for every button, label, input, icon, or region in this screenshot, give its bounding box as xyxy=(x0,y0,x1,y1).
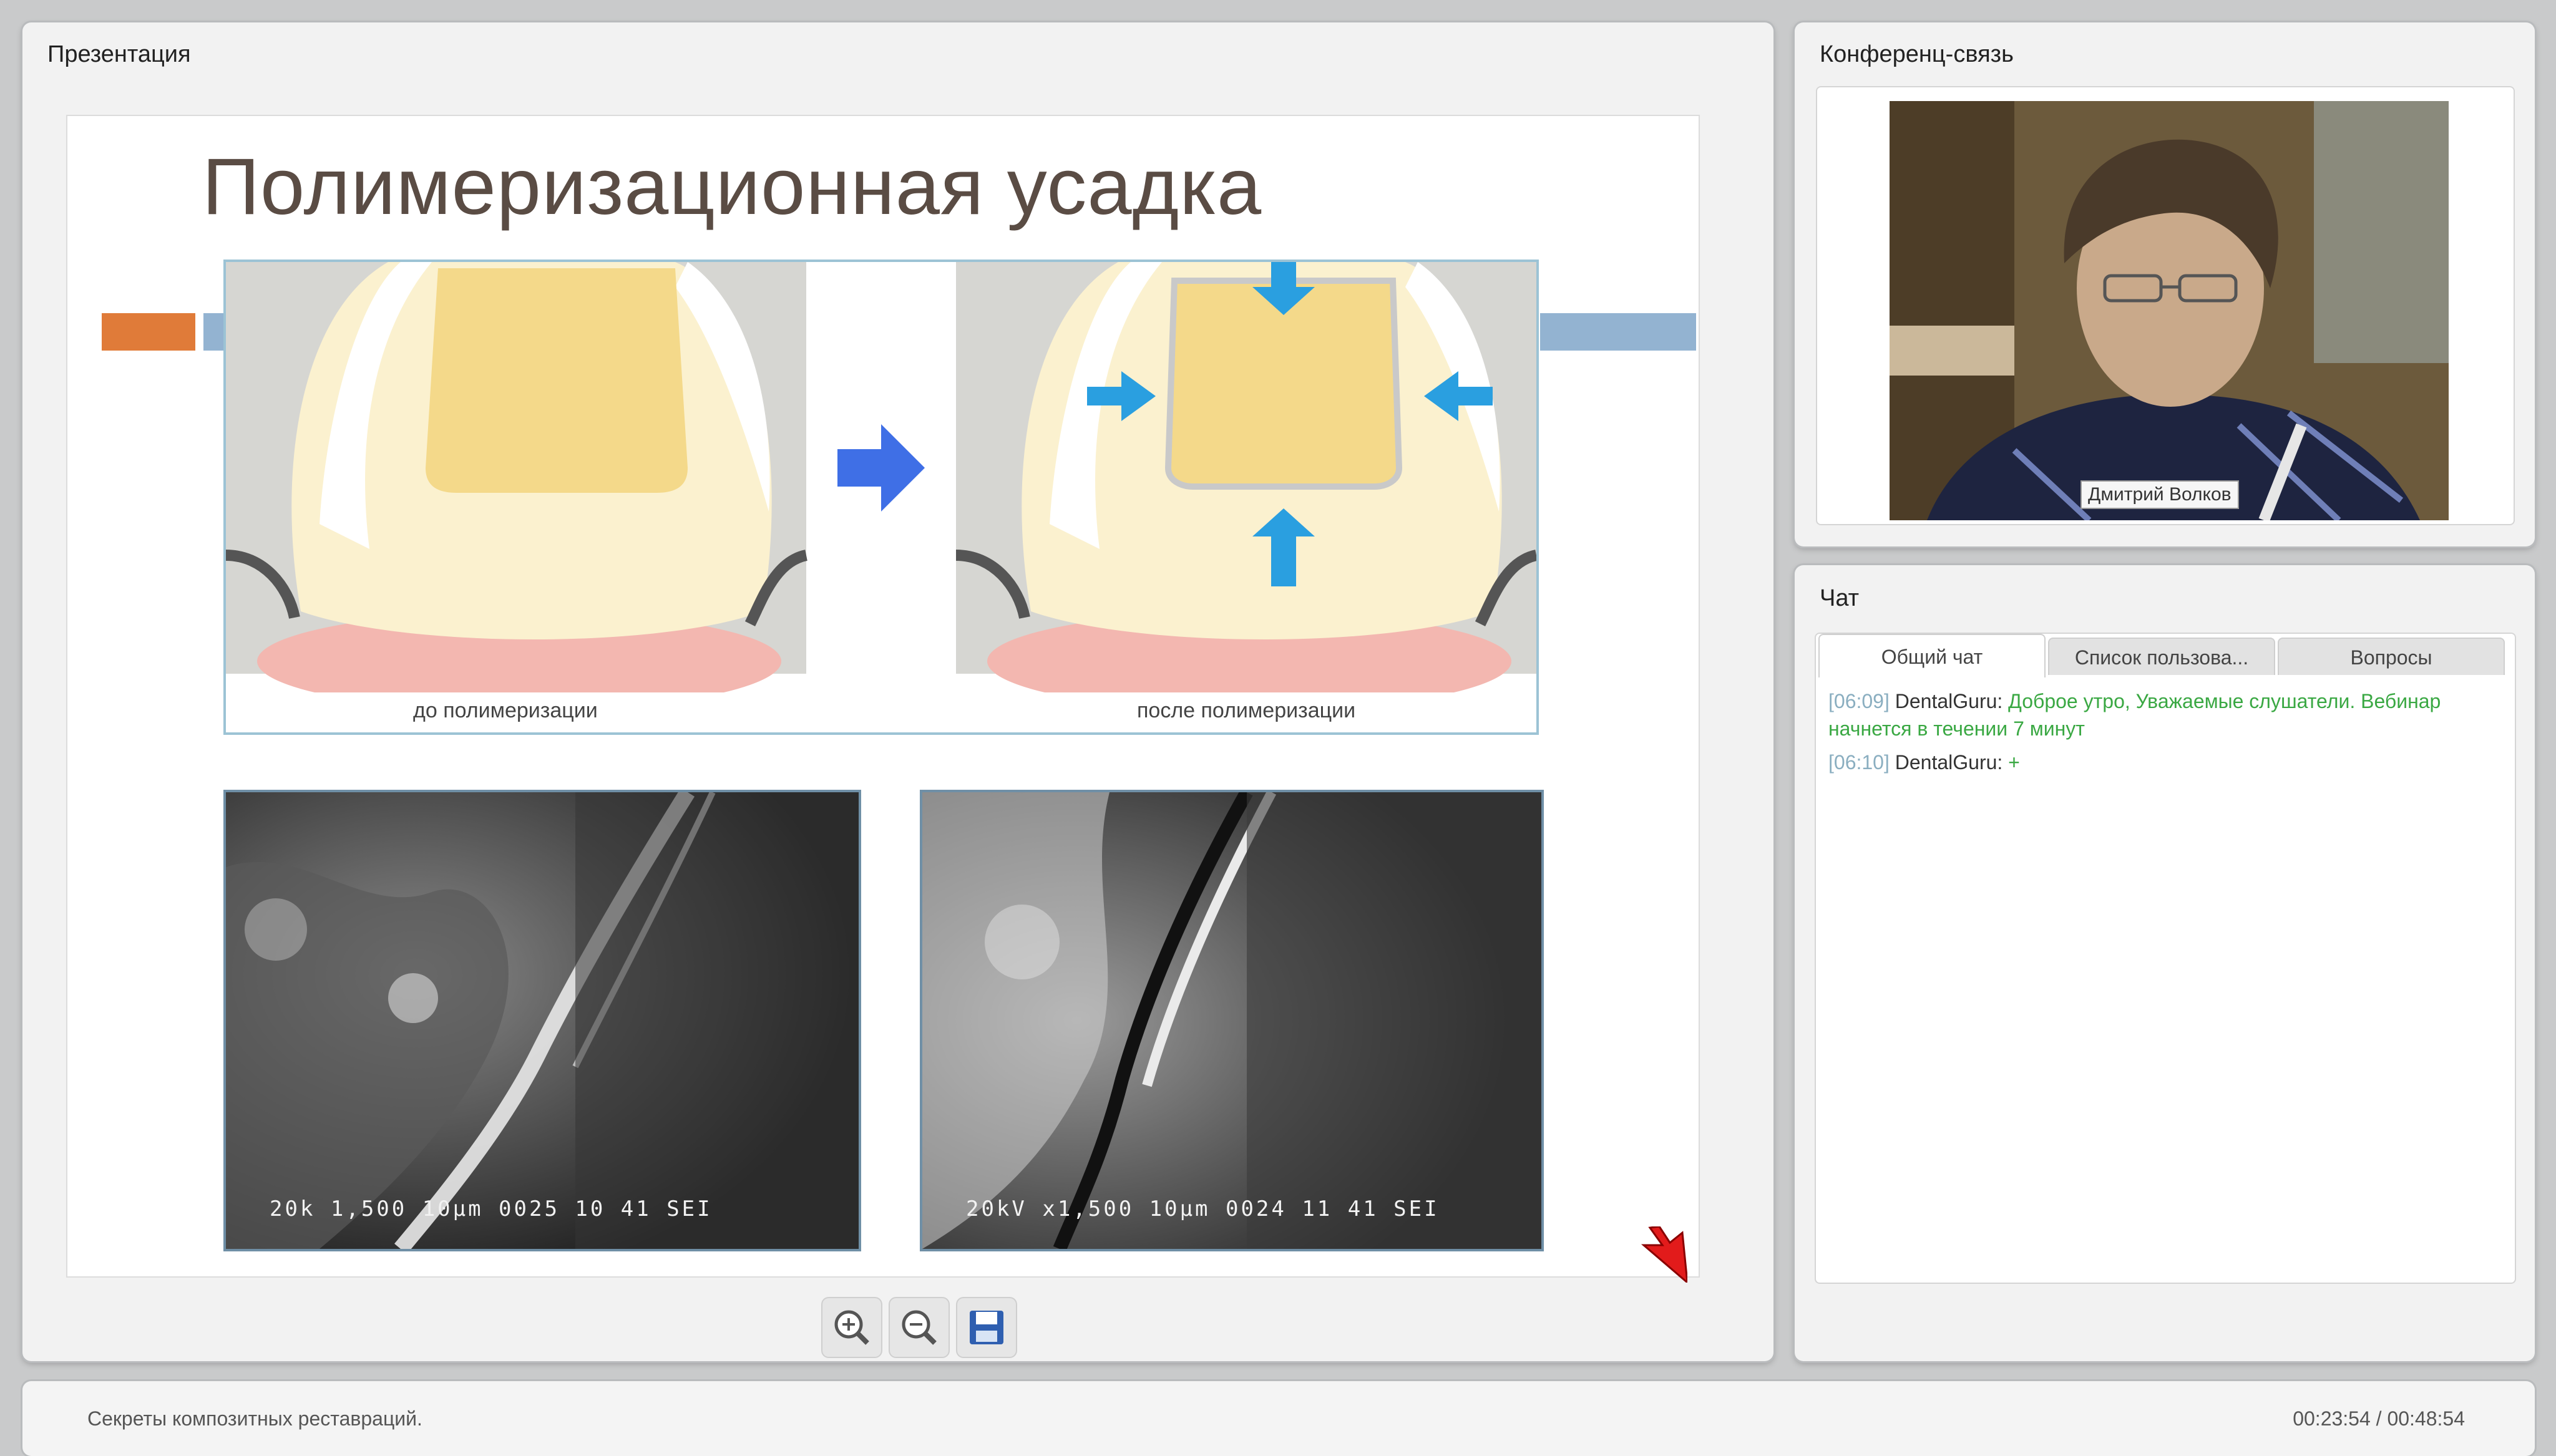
sem-image-left: 20k 1,500 10μm 0025 10 41 SEI xyxy=(223,790,861,1251)
chat-message: [06:10] DentalGuru: + xyxy=(1828,749,2502,776)
slide-toolbar xyxy=(822,1298,1016,1358)
tooth-after xyxy=(955,262,1538,711)
status-bar: Секреты композитных реставраций. 00:23:5… xyxy=(22,1381,2535,1456)
message-author: DentalGuru: xyxy=(1895,690,2003,712)
pointer-cursor-icon xyxy=(1641,1226,1687,1283)
slide-decor-blue-bar-right xyxy=(1540,313,1696,351)
chat-tabs: Общий чат Список пользова... Вопросы xyxy=(1816,634,2505,677)
shrinkage-diagram: до полимеризации после полимеризации xyxy=(223,260,1539,735)
course-title: Секреты композитных реставраций. xyxy=(87,1407,422,1430)
message-time: [06:10] xyxy=(1828,751,1890,774)
presentation-panel-title: Презентация xyxy=(47,41,191,67)
zoom-in-icon xyxy=(834,1310,869,1345)
tab-general-chat[interactable]: Общий чат xyxy=(1818,634,2046,677)
zoom-in-button[interactable] xyxy=(822,1298,881,1357)
sem-image-right-graphic xyxy=(922,792,1541,1249)
save-button[interactable] xyxy=(957,1298,1016,1357)
message-time: [06:09] xyxy=(1828,690,1890,712)
slide-title: Полимеризационная усадка xyxy=(202,142,1262,231)
playback-time: 00:23:54 / 00:48:54 xyxy=(2293,1407,2465,1430)
transition-arrow xyxy=(837,424,925,512)
chat-panel-title: Чат xyxy=(1820,585,1860,611)
slide-decor-orange-bar xyxy=(102,313,195,351)
sem-image-left-graphic xyxy=(226,792,859,1249)
conference-panel-title: Конференц-связь xyxy=(1820,41,2014,67)
presenter-video: Дмитрий Волков xyxy=(1890,101,2449,520)
chat-message-list: [06:09] DentalGuru: Доброе утро, Уважаем… xyxy=(1828,687,2502,782)
video-frame: Дмитрий Волков xyxy=(1817,87,2514,524)
presenter-video-graphic xyxy=(1890,101,2449,520)
tooth-before xyxy=(225,262,808,711)
sem-right-scale-label: 20kV x1,500 10μm 0024 11 41 SEI xyxy=(966,1196,1440,1221)
tab-user-list[interactable]: Список пользова... xyxy=(2048,638,2275,675)
chat-panel: Чат Общий чат Список пользова... Вопросы… xyxy=(1795,565,2535,1361)
slide-canvas: Полимеризационная усадка до полимеризаци… xyxy=(67,116,1699,1283)
tab-questions[interactable]: Вопросы xyxy=(2278,638,2505,675)
save-icon xyxy=(970,1311,1003,1344)
message-author: DentalGuru: xyxy=(1895,751,2003,774)
presenter-name-tag: Дмитрий Волков xyxy=(2080,480,2239,509)
sem-image-right: 20kV x1,500 10μm 0024 11 41 SEI xyxy=(920,790,1544,1251)
shrinkage-diagram-graphic xyxy=(225,262,1538,711)
zoom-out-icon xyxy=(902,1310,937,1345)
sem-left-scale-label: 20k 1,500 10μm 0025 10 41 SEI xyxy=(270,1196,713,1221)
chat-message: [06:09] DentalGuru: Доброе утро, Уважаем… xyxy=(1828,687,2502,742)
zoom-out-button[interactable] xyxy=(890,1298,949,1357)
conference-panel: Конференц-связь Дмитрий Волков xyxy=(1795,22,2535,546)
presentation-panel: Презентация Полимеризационная усадка до … xyxy=(22,22,1773,1361)
caption-after-polymerization: после полимеризации xyxy=(1137,699,1356,722)
chat-area: Общий чат Список пользова... Вопросы [06… xyxy=(1816,634,2515,1283)
message-text: + xyxy=(2008,751,2020,774)
caption-before-polymerization: до полимеризации xyxy=(413,699,598,722)
